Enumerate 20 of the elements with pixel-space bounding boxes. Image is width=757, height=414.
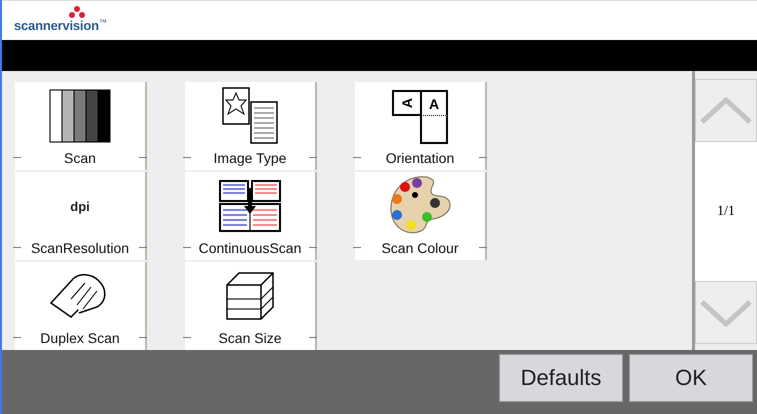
grayscale-bars-icon bbox=[49, 89, 111, 144]
function-tile[interactable]: ContinuousScan bbox=[185, 172, 317, 260]
chevron-down-icon bbox=[698, 298, 754, 328]
function-tile[interactable]: Duplex Scan bbox=[15, 262, 147, 350]
function-tile[interactable]: Image Type bbox=[185, 82, 317, 170]
scroll-down-button[interactable] bbox=[695, 281, 757, 344]
function-tile[interactable]: Scan Size bbox=[185, 262, 317, 350]
ok-button[interactable]: OK bbox=[629, 354, 753, 402]
function-tile[interactable]: dpi ScanResolution bbox=[15, 172, 147, 260]
page-indicator: 1/1 bbox=[695, 142, 757, 282]
dpi-icon: dpi bbox=[70, 198, 90, 214]
chevron-up-icon bbox=[698, 96, 754, 126]
function-tile[interactable]: Scan Colour bbox=[355, 172, 487, 260]
logo: scannervision™ bbox=[14, 6, 107, 34]
stacked-box-icon bbox=[225, 271, 275, 322]
defaults-button[interactable]: Defaults bbox=[499, 354, 623, 402]
function-tile[interactable]: Scan bbox=[15, 82, 147, 170]
continuous-pages-icon bbox=[219, 180, 281, 232]
scroll-up-button[interactable] bbox=[695, 79, 757, 142]
function-tile[interactable]: A A Orientation bbox=[355, 82, 487, 170]
